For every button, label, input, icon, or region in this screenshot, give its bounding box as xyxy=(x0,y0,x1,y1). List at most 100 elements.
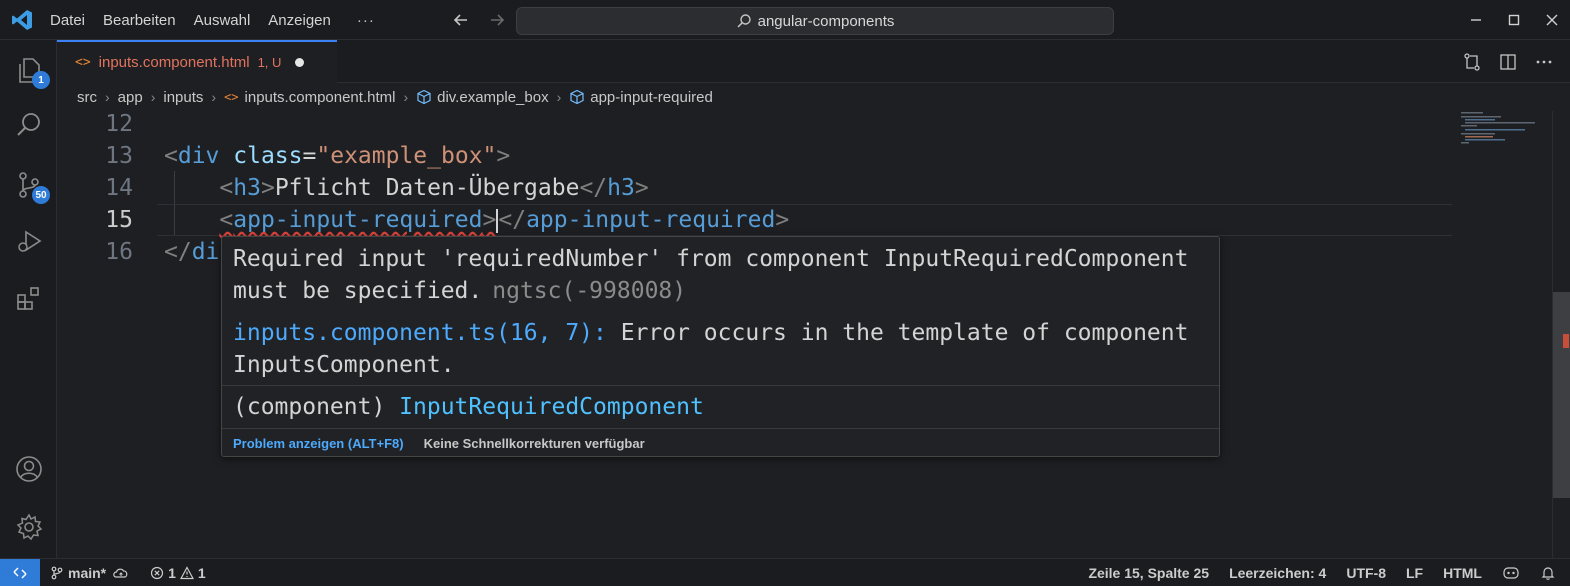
branch-name: main* xyxy=(68,564,107,581)
back-arrow-icon[interactable] xyxy=(450,9,472,31)
error-count: 1 xyxy=(168,564,176,581)
hover-divider xyxy=(222,385,1219,386)
chevron-right-icon: › xyxy=(211,89,217,105)
encoding[interactable]: UTF-8 xyxy=(1346,565,1386,581)
problems-indicator[interactable]: 1 1 xyxy=(150,565,206,581)
element-cube-icon xyxy=(569,89,585,105)
split-editor-icon[interactable] xyxy=(1498,52,1518,72)
warning-count: 1 xyxy=(197,564,206,581)
language-mode[interactable]: HTML xyxy=(1443,565,1482,581)
line-number: 14 xyxy=(105,175,133,201)
breadcrumb-symbol-div[interactable]: div.example_box xyxy=(437,89,548,106)
activity-bar: 1 50 xyxy=(0,40,57,558)
close-icon[interactable] xyxy=(1544,12,1560,28)
maximize-icon[interactable] xyxy=(1506,12,1522,28)
code-text: </di xyxy=(164,239,220,265)
breadcrumb-file[interactable]: inputs.component.html xyxy=(245,89,396,106)
branch-indicator[interactable]: main* xyxy=(50,565,106,581)
breadcrumb-symbol-app-input[interactable]: app-input-required xyxy=(590,89,713,106)
error-hover-widget: Required input 'requiredNumber' from com… xyxy=(221,236,1220,457)
status-right: Zeile 15, Spalte 25 Leerzeichen: 4 UTF-8… xyxy=(1088,559,1556,586)
breadcrumb-src[interactable]: src xyxy=(77,89,97,106)
code-text: <app-input-required></app-input-required… xyxy=(219,207,790,233)
tab-status: 1, U xyxy=(257,55,282,70)
html-file-icon: <> xyxy=(75,55,91,70)
accounts-icon[interactable] xyxy=(12,452,46,486)
minimap[interactable] xyxy=(1455,111,1545,151)
tab-label: inputs.component.html xyxy=(98,54,250,71)
chevron-right-icon: › xyxy=(403,89,409,105)
chevron-right-icon: › xyxy=(150,89,156,105)
warning-triangle-icon xyxy=(179,565,194,579)
vscode-logo-icon xyxy=(12,10,32,30)
related-location-link[interactable]: inputs.component.ts(16, 7): xyxy=(233,320,607,346)
breadcrumb-inputs[interactable]: inputs xyxy=(163,89,203,106)
source-control-badge: 50 xyxy=(32,186,50,204)
breadcrumb: src › app › inputs › <> inputs.component… xyxy=(57,83,1570,111)
more-actions-icon[interactable] xyxy=(1534,52,1554,72)
sync-cloud-icon[interactable] xyxy=(112,566,130,580)
minimize-icon[interactable] xyxy=(1468,12,1484,28)
copilot-icon[interactable] xyxy=(1502,565,1520,581)
hover-error-code: ngtsc(-998008) xyxy=(492,278,687,304)
end-of-line[interactable]: LF xyxy=(1406,565,1423,581)
command-center-label: angular-components xyxy=(757,12,895,30)
settings-gear-icon[interactable] xyxy=(12,510,46,544)
hover-error-message: Required input 'requiredNumber' from com… xyxy=(233,246,1189,304)
source-control-icon[interactable]: 50 xyxy=(12,168,50,204)
explorer-badge: 1 xyxy=(32,71,50,89)
menu-edit[interactable]: Bearbeiten xyxy=(103,12,176,29)
notifications-bell-icon[interactable] xyxy=(1540,565,1556,581)
extensions-icon[interactable] xyxy=(12,282,46,316)
code-text: <div class="example_box"> xyxy=(164,143,511,169)
line-number: 13 xyxy=(105,143,133,169)
chevron-right-icon: › xyxy=(105,89,110,105)
editor-actions xyxy=(1462,40,1554,83)
editor-tab-bar: <> inputs.component.html 1, U xyxy=(57,40,1570,83)
no-quick-fixes-label: Keine Schnellkorrekturen verfügbar xyxy=(423,435,645,451)
git-branch-icon xyxy=(51,566,63,579)
title-bar: Datei Bearbeiten Auswahl Anzeigen ··· an… xyxy=(0,0,1570,40)
status-bar: main* 1 1 Zeile 15, Spalte 25 Leerzeiche… xyxy=(0,558,1570,586)
menu-bar: Datei Bearbeiten Auswahl Anzeigen ··· xyxy=(50,0,375,40)
hover-related-info: inputs.component.ts(16, 7): Error occurs… xyxy=(233,320,1189,378)
tab-inputs-component-html[interactable]: <> inputs.component.html 1, U xyxy=(57,40,337,83)
chevron-right-icon: › xyxy=(556,89,562,105)
command-center-search[interactable]: angular-components xyxy=(516,7,1114,35)
code-text: <h3>Pflicht Daten-Übergabe</h3> xyxy=(219,175,649,201)
vertical-scrollbar[interactable] xyxy=(1552,111,1570,558)
code-line-13: 13 <div class="example_box"> xyxy=(57,140,1452,172)
view-problem-link[interactable]: Problem anzeigen (ALT+F8) xyxy=(233,436,404,451)
cursor-position[interactable]: Zeile 15, Spalte 25 xyxy=(1088,565,1209,581)
open-changes-icon[interactable] xyxy=(1462,52,1482,72)
indentation[interactable]: Leerzeichen: 4 xyxy=(1229,565,1326,581)
menu-more-button[interactable]: ··· xyxy=(357,12,375,29)
code-line-12: 12 xyxy=(57,108,1452,140)
run-debug-icon[interactable] xyxy=(12,224,46,258)
hover-signature: (component) InputRequiredComponent xyxy=(233,394,704,420)
error-circle-icon xyxy=(151,566,164,579)
remote-indicator-icon[interactable] xyxy=(0,559,40,586)
line-number: 16 xyxy=(105,239,133,265)
unsaved-dot-icon[interactable] xyxy=(295,58,305,67)
menu-view[interactable]: Anzeigen xyxy=(268,12,331,29)
error-marker xyxy=(1563,334,1569,348)
explorer-icon[interactable]: 1 xyxy=(12,53,50,89)
breadcrumb-app[interactable]: app xyxy=(118,89,143,106)
scroll-thumb[interactable] xyxy=(1553,292,1570,498)
line-number: 15 xyxy=(105,207,133,233)
menu-selection[interactable]: Auswahl xyxy=(194,12,251,29)
html-file-icon: <> xyxy=(224,90,239,104)
navigation-arrows xyxy=(450,9,508,31)
hover-status-bar: Problem anzeigen (ALT+F8) Keine Schnellk… xyxy=(222,429,1219,457)
search-icon xyxy=(737,14,751,28)
code-line-14: 14 <h3>Pflicht Daten-Übergabe</h3> xyxy=(57,172,1452,204)
status-left: main* 1 1 xyxy=(50,559,206,586)
element-cube-icon xyxy=(416,89,432,105)
window-controls xyxy=(1468,0,1560,40)
search-icon[interactable] xyxy=(12,108,46,142)
code-line-15-current: 15 <app-input-required></app-input-requi… xyxy=(57,204,1452,236)
line-number: 12 xyxy=(105,111,133,137)
menu-file[interactable]: Datei xyxy=(50,12,85,29)
forward-arrow-icon[interactable] xyxy=(486,9,508,31)
